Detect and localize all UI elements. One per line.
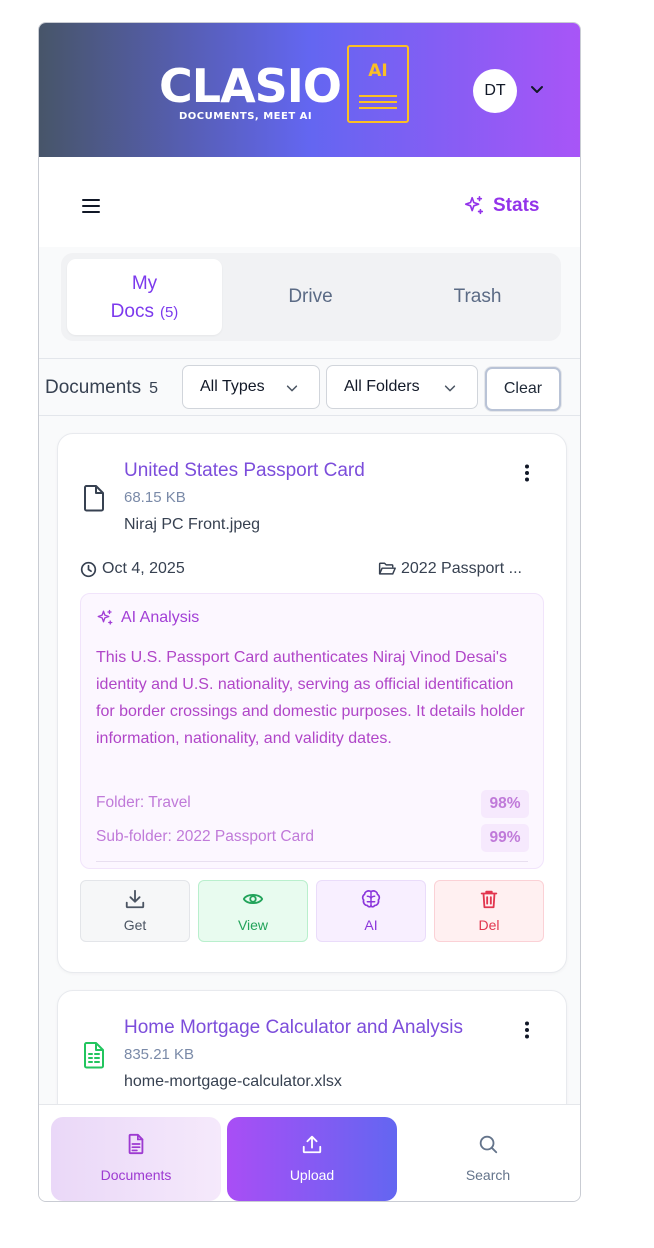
stats-button[interactable]: Stats (463, 193, 539, 219)
more-options-icon[interactable] (524, 1021, 530, 1039)
trash-icon (480, 890, 498, 909)
sparkles-icon (97, 609, 113, 625)
documents-heading: Documents 5 (45, 377, 159, 398)
download-icon (125, 889, 145, 909)
logo-line (359, 101, 397, 103)
document-date: Oct 4, 2025 (80, 560, 185, 578)
view-label: View (237, 917, 269, 933)
nav-documents-label: Documents (100, 1167, 172, 1183)
nav-search-label: Search (465, 1167, 511, 1183)
ai-button[interactable]: AI (316, 880, 426, 942)
folder-filter-select[interactable]: All Folders (326, 365, 478, 409)
filter-row: Documents 5 All Types All Folders Clear (39, 359, 580, 415)
logo-line (359, 107, 397, 109)
hamburger-menu-icon[interactable] (81, 198, 101, 214)
ai-summary-text: This U.S. Passport Card authenticates Ni… (96, 649, 525, 747)
tab-count-badge: (5) (159, 304, 179, 321)
document-folder: 2022 Passport ... (378, 560, 522, 578)
ai-label: AI (364, 917, 378, 933)
upload-icon (302, 1135, 322, 1154)
logo-text: CLASIO (159, 59, 342, 113)
clock-icon (80, 561, 97, 577)
divider (39, 415, 580, 416)
ai-analysis-panel: AI Analysis This U.S. Passport Card auth… (80, 593, 544, 869)
logo-line (359, 95, 397, 97)
file-icon (84, 485, 104, 512)
get-label: Get (123, 917, 147, 933)
nav-upload-button[interactable]: Upload (227, 1117, 397, 1201)
tab-label: Drive (288, 286, 333, 307)
app-frame: CLASIO DOCUMENTS, MEET AI AI DT Stats My… (38, 22, 581, 1202)
ai-subfolder-confidence: 99% (481, 824, 529, 852)
tab-label-line2: Docs (5) (110, 301, 179, 322)
logo-tagline: DOCUMENTS, MEET AI (179, 111, 313, 122)
sparkles-icon (464, 196, 484, 215)
folder-filter-value: All Folders (344, 378, 420, 395)
bottom-navigation: Documents Upload Search (39, 1104, 580, 1201)
nav-upload-label: Upload (289, 1167, 335, 1183)
tab-label: My (131, 273, 158, 294)
ai-folder-confidence: 98% (481, 790, 529, 818)
chevron-down-icon (444, 385, 456, 392)
document-title[interactable]: Home Mortgage Calculator and Analysis (124, 1017, 463, 1039)
tab-bar: My Docs (5) Drive Trash (61, 253, 561, 341)
spreadsheet-icon (84, 1042, 104, 1069)
document-icon (128, 1133, 144, 1155)
nav-search-button[interactable]: Search (403, 1117, 573, 1201)
tab-drive[interactable]: Drive (233, 259, 388, 335)
stats-label: Stats (493, 195, 540, 216)
document-card[interactable]: United States Passport Card 68.15 KB Nir… (57, 433, 567, 973)
document-filename: Niraj PC Front.jpeg (124, 516, 261, 533)
folder-open-icon (378, 562, 396, 575)
document-title[interactable]: United States Passport Card (124, 460, 365, 482)
view-button[interactable]: View (198, 880, 308, 942)
ai-analysis-heading: AI Analysis (96, 609, 199, 627)
search-icon (479, 1135, 498, 1154)
ai-subfolder-suggestion: Sub-folder: 2022 Passport Card (96, 828, 314, 845)
type-filter-select[interactable]: All Types (182, 365, 320, 409)
divider (96, 861, 528, 862)
delete-label: Del (478, 917, 500, 933)
more-options-icon[interactable] (524, 464, 530, 482)
brain-icon (361, 890, 381, 908)
get-button[interactable]: Get (80, 880, 190, 942)
tab-label: Trash (453, 286, 502, 307)
tab-trash[interactable]: Trash (400, 259, 555, 335)
tab-my-docs[interactable]: My Docs (5) (67, 259, 222, 335)
toolbar: Stats (39, 157, 580, 247)
type-filter-value: All Types (200, 378, 265, 395)
nav-documents-button[interactable]: Documents (51, 1117, 221, 1201)
chevron-down-icon (286, 385, 298, 392)
chevron-down-icon[interactable] (529, 81, 545, 97)
logo-badge-text: AI (368, 61, 388, 81)
user-avatar[interactable]: DT (473, 69, 517, 113)
eye-icon (242, 893, 264, 905)
ai-folder-suggestion: Folder: Travel (96, 794, 191, 811)
delete-button[interactable]: Del (434, 880, 544, 942)
clear-filters-button[interactable]: Clear (485, 367, 561, 411)
document-filename: home-mortgage-calculator.xlsx (124, 1073, 342, 1090)
document-size: 68.15 KB (124, 489, 186, 506)
document-size: 835.21 KB (124, 1046, 195, 1063)
app-header: CLASIO DOCUMENTS, MEET AI AI DT (39, 23, 580, 157)
logo-ai-badge: AI (347, 45, 409, 123)
documents-count: 5 (149, 380, 159, 397)
